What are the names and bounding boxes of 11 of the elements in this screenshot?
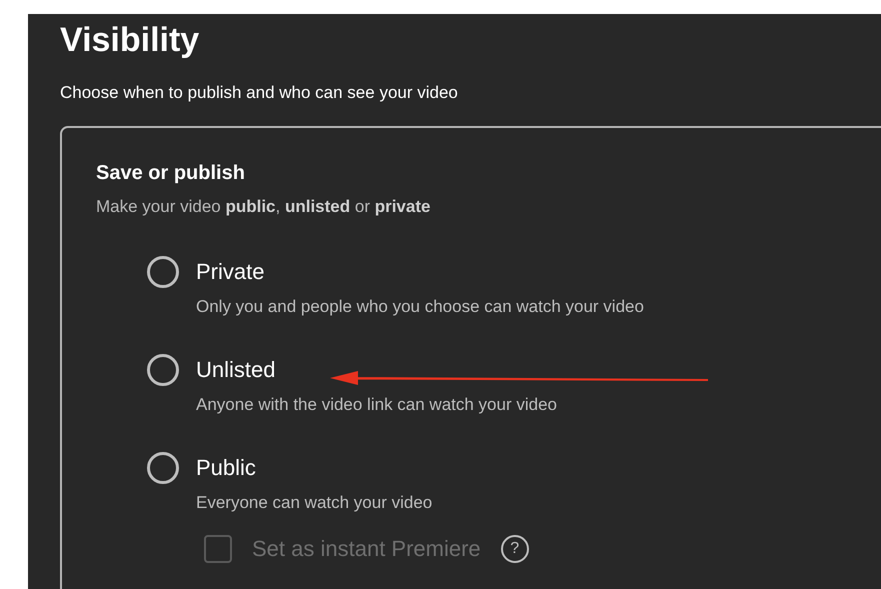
checkbox-label: Set as instant Premiere — [252, 535, 481, 563]
option-description: Everyone can watch your video — [196, 492, 432, 514]
dialog-subtitle: Choose when to publish and who can see your video — [60, 82, 458, 104]
section-description: Make your video public, unlisted or private — [96, 196, 430, 218]
option-label: Private — [196, 258, 264, 286]
option-label: Public — [196, 454, 256, 482]
option-description: Only you and people who you choose can watch your video — [196, 296, 644, 318]
dialog-title: Visibility — [60, 20, 200, 61]
option-description: Anyone with the video link can watch your video — [196, 394, 557, 416]
section-title: Save or publish — [96, 161, 245, 186]
option-label: Unlisted — [196, 356, 276, 384]
